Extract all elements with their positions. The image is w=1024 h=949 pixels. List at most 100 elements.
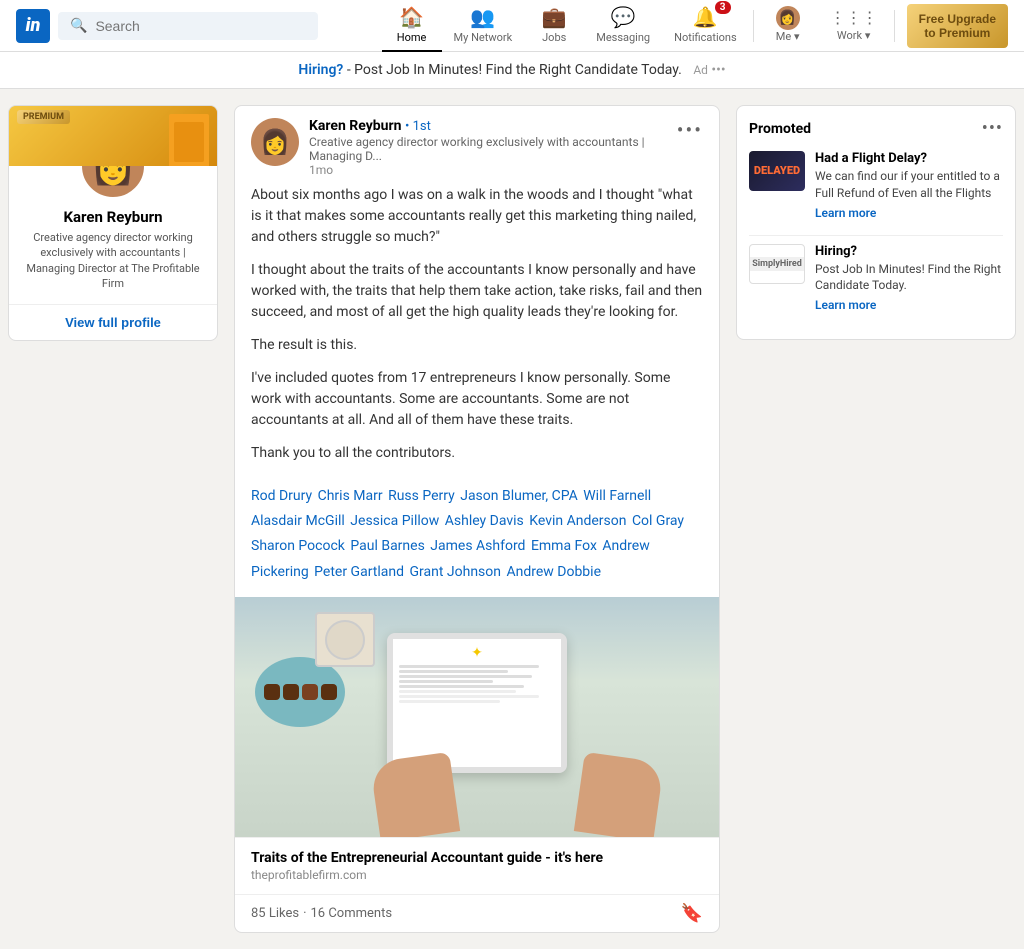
post-paragraph-4: I've included quotes from 17 entrepreneu… [251,368,703,431]
contributor-tag[interactable]: Emma Fox [531,538,600,554]
tablet-device: ✦ [387,633,567,773]
post-paragraph-5: Thank you to all the contributors. [251,443,703,464]
contributor-tag[interactable]: Rod Drury [251,488,316,504]
nav-jobs-label: Jobs [542,31,566,44]
tablet-logo-icon: ✦ [399,645,555,661]
nav-home-label: Home [397,31,427,44]
post-paragraph-3: The result is this. [251,335,703,356]
contributor-tag[interactable]: Russ Perry [388,488,458,504]
contributor-tag[interactable]: Ashley Davis [445,513,528,529]
hiring-description: Post Job In Minutes! Find the Right Cand… [815,261,1003,295]
nav-network-label: My Network [454,31,513,44]
nav-network[interactable]: 👥 My Network [442,0,525,52]
nav-divider [753,10,754,42]
navbar: in 🔍 🏠 Home 👥 My Network 💼 Jobs 💬 Messag… [0,0,1024,52]
nav-jobs[interactable]: 💼 Jobs [524,0,584,52]
nav-work-label: Work ▾ [837,29,870,42]
left-sidebar: PREMIUM 👩 Karen Reyburn Creative agency … [8,105,218,933]
notifications-badge: 3 [715,1,731,14]
contributor-tag[interactable]: Col Gray [632,513,684,529]
post-stats-dot: · [303,906,306,921]
contributor-tag[interactable]: Alasdair McGill [251,513,348,529]
post-card: 👩 Karen Reyburn • 1st Creative agency di… [234,105,720,933]
nav-home[interactable]: 🏠 Home [382,0,442,52]
contributor-tag[interactable]: Andrew Dobbie [506,564,601,580]
profile-banner-image: PREMIUM [9,106,217,166]
banner-text: - Post Job In Minutes! Find the Right Ca… [347,62,682,78]
contributor-tag[interactable]: Peter Gartland [314,564,407,580]
post-paragraph-2: I thought about the traits of the accoun… [251,260,703,323]
view-full-profile-button[interactable]: View full profile [9,305,217,340]
work-icon: ⋮⋮⋮ [830,8,878,27]
contributor-tag[interactable]: James Ashford [430,538,529,554]
flight-delay-title: Had a Flight Delay? [815,151,1003,166]
profile-name: Karen Reyburn [9,208,217,226]
simply-hired-logo: SimplyHired [749,257,805,271]
contributor-tag[interactable]: Grant Johnson [410,564,505,580]
post-contributors: Rod Drury Chris Marr Russ Perry Jason Bl… [235,484,719,597]
post-image-inner: ✦ [235,597,719,837]
post-header: 👩 Karen Reyburn • 1st Creative agency di… [235,106,719,185]
post-author-name[interactable]: Karen Reyburn [309,118,401,134]
promo-item-flight: DELAYED Had a Flight Delay? We can find … [749,151,1003,221]
contributor-tag[interactable]: Jason Blumer, CPA [460,488,581,504]
search-input[interactable] [95,18,306,34]
post-more-options[interactable]: ••• [677,118,703,142]
banner-more-options[interactable]: ••• [711,62,725,78]
nav-messaging[interactable]: 💬 Messaging [584,0,662,52]
hiring-content: Hiring? Post Job In Minutes! Find the Ri… [815,244,1003,314]
post-link-preview[interactable]: Traits of the Entrepreneurial Accountant… [235,837,719,894]
top-banner: Hiring? - Post Job In Minutes! Find the … [0,52,1024,89]
flight-delay-description: We can find our if your entitled to a Fu… [815,168,1003,202]
promoted-more-options[interactable]: ••• [982,118,1003,139]
profile-description: Creative agency director working exclusi… [9,230,217,304]
premium-button[interactable]: Free Upgradeto Premium [907,4,1008,48]
nav-me[interactable]: 👩 Me ▾ [758,0,818,51]
contributor-tag[interactable]: Chris Marr [318,488,386,504]
nav-notifications[interactable]: 🔔 3 Notifications [662,0,749,52]
ad-tag: Ad [693,63,708,77]
nav-messaging-label: Messaging [596,31,650,44]
tablet-content [399,665,555,705]
right-sidebar: Promoted ••• DELAYED Had a Flight Delay?… [736,105,1016,933]
post-author-avatar: 👩 [251,118,299,166]
post-author-info: Karen Reyburn • 1st Creative agency dire… [309,118,667,177]
promoted-card: Promoted ••• DELAYED Had a Flight Delay?… [736,105,1016,340]
search-icon: 🔍 [70,18,87,34]
profile-card: PREMIUM 👩 Karen Reyburn Creative agency … [8,105,218,341]
nav-items: 🏠 Home 👥 My Network 💼 Jobs 💬 Messaging 🔔… [382,0,1008,52]
contributor-tag[interactable]: Paul Barnes [350,538,428,554]
tablet-screen: ✦ [393,639,561,767]
post-author-degree: • 1st [405,119,431,134]
contributor-tag[interactable]: Will Farnell [583,488,651,504]
contributor-tag[interactable]: Jessica Pillow [350,513,442,529]
premium-badge: PREMIUM [17,110,70,124]
hiring-learn-more[interactable]: Learn more [815,298,876,312]
hiring-title: Hiring? [815,244,1003,259]
flight-learn-more[interactable]: Learn more [815,206,876,220]
promoted-header: Promoted ••• [749,118,1003,139]
banner-highlight: Hiring? [298,62,343,78]
nav-me-label: Me ▾ [776,30,800,43]
contributor-tag[interactable]: Sharon Pocock [251,538,348,554]
post-author-title: Creative agency director working exclusi… [309,135,667,163]
linkedin-logo[interactable]: in [16,9,50,43]
messaging-icon: 💬 [611,5,636,29]
network-icon: 👥 [470,5,495,29]
delay-text: DELAYED [754,164,800,177]
bookmark-button[interactable]: 🔖 [681,903,703,924]
search-bar[interactable]: 🔍 [58,12,318,40]
post-likes-count: 85 Likes [251,906,299,921]
promoted-title: Promoted [749,121,811,137]
notifications-icon: 🔔 [693,5,718,29]
contributor-tag[interactable]: Kevin Anderson [529,513,630,529]
nav-work[interactable]: ⋮⋮⋮ Work ▾ [818,2,890,50]
flight-delay-thumbnail: DELAYED [749,151,805,191]
post-comments-count: 16 Comments [310,906,392,921]
main-layout: PREMIUM 👩 Karen Reyburn Creative agency … [0,89,1024,949]
chocolate-plate [255,657,345,727]
nav-divider-2 [894,10,895,42]
me-avatar: 👩 [776,6,800,30]
coffee-cup [315,612,375,667]
post-link-title: Traits of the Entrepreneurial Accountant… [251,850,703,866]
